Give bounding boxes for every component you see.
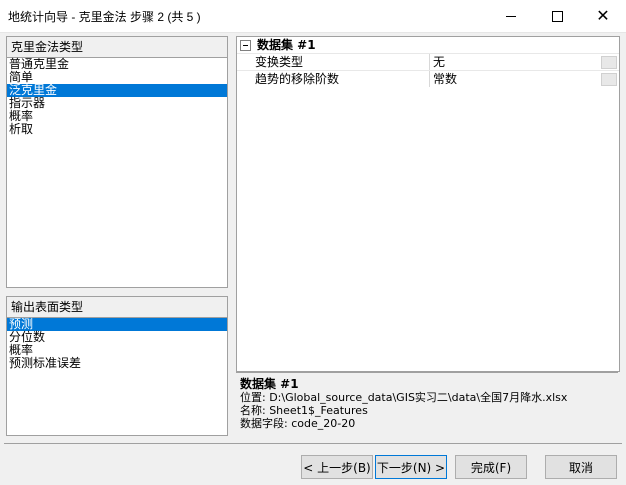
output-type-list: 预测 分位数 概率 预测标准误差 (7, 318, 227, 370)
dataset-info-panel: 数据集 #1 位置: D:\Global_source_data\GIS实习二\… (236, 372, 618, 435)
dropdown-button[interactable] (601, 73, 617, 86)
list-item-disjunctive[interactable]: 析取 (7, 123, 227, 136)
list-item-ordinary-kriging[interactable]: 普通克里金 (7, 58, 227, 71)
property-value[interactable]: 无 (433, 54, 445, 70)
property-group-label: 数据集 #1 (257, 38, 316, 52)
property-value[interactable]: 常数 (433, 71, 457, 87)
close-icon: ✕ (596, 6, 610, 25)
property-name: 趋势的移除阶数 (255, 72, 340, 86)
back-button[interactable]: < 上一步(B) (301, 455, 373, 479)
info-location: 位置: D:\Global_source_data\GIS实习二\data\全国… (240, 391, 568, 404)
column-divider (429, 54, 430, 70)
close-button[interactable]: ✕ (580, 0, 626, 32)
maximize-icon (551, 10, 563, 22)
column-divider (429, 71, 430, 87)
output-type-header: 输出表面类型 (7, 297, 227, 318)
list-item-indicator[interactable]: 指示器 (7, 97, 227, 110)
kriging-type-panel: 克里金法类型 普通克里金 简单 泛克里金 指示器 概率 析取 (6, 36, 228, 288)
property-row-transformation[interactable]: 变换类型 无 (237, 53, 619, 70)
property-row-trend-order[interactable]: 趋势的移除阶数 常数 (237, 70, 619, 87)
dropdown-button[interactable] (601, 56, 617, 69)
maximize-button[interactable] (534, 0, 580, 32)
minimize-button[interactable] (488, 0, 534, 32)
collapse-icon[interactable] (240, 40, 251, 51)
cancel-button[interactable]: 取消 (545, 455, 617, 479)
output-type-panel: 输出表面类型 预测 分位数 概率 预测标准误差 (6, 296, 228, 436)
next-button[interactable]: 下一步(N) > (375, 455, 447, 479)
property-grid: 数据集 #1 变换类型 无 趋势的移除阶数 常数 (236, 36, 620, 372)
window-title: 地统计向导 - 克里金法 步骤 2 (共 5 ) (8, 10, 201, 24)
info-title: 数据集 #1 (240, 377, 299, 391)
property-name: 变换类型 (255, 55, 304, 69)
list-item-probability[interactable]: 概率 (7, 110, 227, 123)
list-item-quantile[interactable]: 分位数 (7, 331, 227, 344)
footer-divider (4, 443, 622, 444)
list-item-prediction-std-error[interactable]: 预测标准误差 (7, 357, 227, 370)
kriging-type-list: 普通克里金 简单 泛克里金 指示器 概率 析取 (7, 58, 227, 136)
finish-button[interactable]: 完成(F) (455, 455, 527, 479)
info-name: 名称: Sheet1$_Features (240, 404, 368, 417)
minimize-icon (506, 15, 516, 17)
kriging-type-header: 克里金法类型 (7, 37, 227, 58)
info-field: 数据字段: code_20-20 (240, 417, 356, 430)
title-bar: 地统计向导 - 克里金法 步骤 2 (共 5 ) ✕ (0, 0, 626, 33)
property-group-dataset[interactable]: 数据集 #1 (237, 37, 619, 53)
